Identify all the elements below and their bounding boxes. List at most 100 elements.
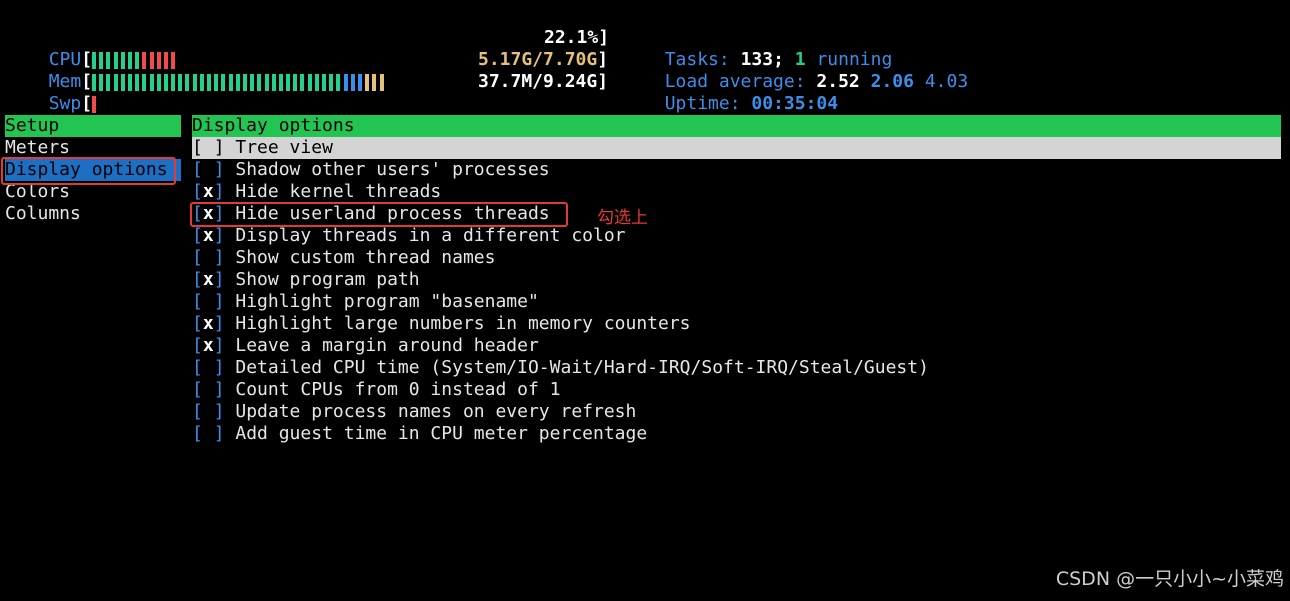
options-list: [ ] Tree view[ ] Shadow other users' pro…	[192, 137, 1281, 445]
mem-bar-segment	[278, 73, 283, 91]
mem-meter: Mem[	[27, 49, 387, 92]
mem-bar-segment	[214, 73, 219, 91]
option-label: Tree view	[224, 137, 333, 158]
option-row[interactable]: [ ] Add guest time in CPU meter percenta…	[192, 423, 1281, 445]
mem-bar-segment	[322, 73, 327, 91]
mem-bar-segment	[314, 73, 319, 91]
option-row[interactable]: [x] Highlight large numbers in memory co…	[192, 313, 1281, 335]
mem-bar-segment	[192, 73, 197, 91]
mem-bar-segment	[343, 73, 348, 91]
option-checkbox[interactable]: [ ]	[192, 401, 225, 422]
option-label: Display threads in a different color	[224, 225, 626, 246]
mem-bar-segment	[271, 73, 276, 91]
mem-bar-segment	[365, 73, 370, 91]
display-options-panel: Display options [ ] Tree view[ ] Shadow …	[192, 115, 1281, 445]
mem-bar-segment	[329, 73, 334, 91]
setup-menu-header: Setup	[5, 115, 181, 137]
cpu-meter: CPU[	[27, 27, 178, 70]
swp-value: 37.7M/9.24G]	[478, 71, 609, 92]
option-checkbox[interactable]: [ ]	[192, 159, 225, 180]
option-row[interactable]: [x] Display threads in a different color	[192, 225, 1281, 247]
option-label: Count CPUs from 0 instead of 1	[224, 379, 561, 400]
option-row[interactable]: [x] Show program path	[192, 269, 1281, 291]
mem-bar-segment	[149, 73, 154, 91]
mem-bar-segment	[228, 73, 233, 91]
swp-bar	[92, 93, 99, 114]
mem-bar-segment	[350, 73, 355, 91]
option-checkbox[interactable]: [x]	[192, 269, 225, 290]
option-label: Highlight program "basename"	[224, 291, 539, 312]
swp-label: Swp	[48, 93, 82, 114]
option-label: Leave a margin around header	[224, 335, 539, 356]
option-checkbox[interactable]: [ ]	[192, 247, 225, 268]
mem-bar-segment	[113, 73, 118, 91]
option-checkbox[interactable]: [x]	[192, 225, 225, 246]
mem-bar-segment	[379, 73, 384, 91]
mem-bar-segment	[199, 73, 204, 91]
mem-bar	[92, 71, 387, 92]
mem-bar-segment	[357, 73, 362, 91]
annotation-box-option	[190, 202, 568, 227]
tasks-summary: Tasks: 133; 1 running	[664, 49, 893, 70]
mem-bar-segment	[264, 73, 269, 91]
option-checkbox[interactable]: [x]	[192, 313, 225, 334]
menu-item-columns[interactable]: Columns	[5, 203, 181, 225]
mem-bar-segment	[235, 73, 240, 91]
option-label: Hide kernel threads	[224, 181, 442, 202]
mem-bar-segment	[142, 73, 147, 91]
swp-bar-segment	[92, 95, 97, 113]
mem-bar-segment	[242, 73, 247, 91]
menu-item-meters[interactable]: Meters	[5, 137, 181, 159]
mem-bar-segment	[171, 73, 176, 91]
option-row[interactable]: [ ] Update process names on every refres…	[192, 401, 1281, 423]
annotation-note: 勾选上	[597, 208, 648, 228]
mem-bar-segment	[336, 73, 341, 91]
mem-bar-segment	[178, 73, 183, 91]
option-row[interactable]: [ ] Tree view	[192, 137, 1281, 159]
mem-bar-segment	[185, 73, 190, 91]
option-label: Show program path	[224, 269, 420, 290]
option-row[interactable]: [ ] Highlight program "basename"	[192, 291, 1281, 313]
mem-bar-segment	[286, 73, 291, 91]
option-label: Show custom thread names	[224, 247, 496, 268]
option-checkbox[interactable]: [ ]	[192, 291, 225, 312]
option-row[interactable]: [ ] Show custom thread names	[192, 247, 1281, 269]
option-label: Detailed CPU time (System/IO-Wait/Hard-I…	[224, 357, 929, 378]
option-row[interactable]: [x] Hide kernel threads	[192, 181, 1281, 203]
mem-bar-segment	[156, 73, 161, 91]
mem-bar-segment	[257, 73, 262, 91]
option-checkbox[interactable]: [ ]	[192, 379, 225, 400]
option-checkbox[interactable]: [x]	[192, 181, 225, 202]
annotation-box-menu	[1, 157, 176, 185]
mem-bar-segment	[127, 73, 132, 91]
option-checkbox[interactable]: [x]	[192, 335, 225, 356]
mem-bar-segment	[250, 73, 255, 91]
option-label: Shadow other users' processes	[224, 159, 550, 180]
option-checkbox[interactable]: [ ]	[192, 357, 225, 378]
option-label: Update process names on every refresh	[224, 401, 637, 422]
option-row[interactable]: [ ] Count CPUs from 0 instead of 1	[192, 379, 1281, 401]
mem-bar-segment	[120, 73, 125, 91]
mem-bar-segment	[372, 73, 377, 91]
swp-meter: Swp[	[27, 71, 99, 114]
mem-bar-segment	[106, 73, 111, 91]
mem-bar-segment	[135, 73, 140, 91]
mem-bar-segment	[221, 73, 226, 91]
mem-bar-segment	[293, 73, 298, 91]
option-checkbox[interactable]: [ ]	[192, 137, 225, 158]
mem-bar-segment	[99, 73, 104, 91]
option-row[interactable]: [x] Leave a margin around header	[192, 335, 1281, 357]
option-row[interactable]: [ ] Shadow other users' processes	[192, 159, 1281, 181]
mem-bar-segment	[307, 73, 312, 91]
option-label: Add guest time in CPU meter percentage	[224, 423, 648, 444]
option-checkbox[interactable]: [ ]	[192, 423, 225, 444]
watermark: CSDN @一只小小~小菜鸡	[1055, 568, 1284, 590]
mem-bar-segment	[163, 73, 168, 91]
panel-title: Display options	[192, 115, 1281, 137]
load-average: Load average: 2.52 2.06 4.03	[664, 71, 969, 92]
option-row[interactable]: [ ] Detailed CPU time (System/IO-Wait/Ha…	[192, 357, 1281, 379]
mem-bar-segment	[207, 73, 212, 91]
cpu-value: 22.1%]	[544, 27, 610, 48]
option-label: Highlight large numbers in memory counte…	[224, 313, 691, 334]
uptime: Uptime: 00:35:04	[664, 93, 839, 114]
